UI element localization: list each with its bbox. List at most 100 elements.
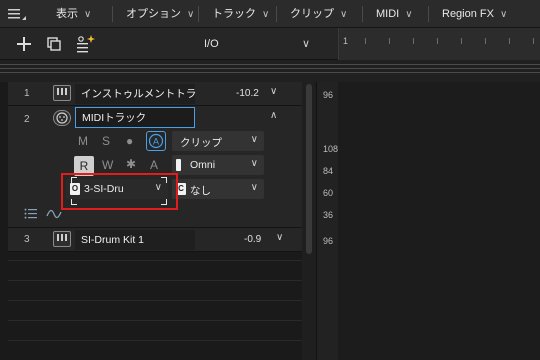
track-volume[interactable]: -0.9 bbox=[244, 234, 261, 245]
duplicate-icon bbox=[47, 37, 61, 51]
track-row-3[interactable]: 3 SI-Drum Kit 1 -0.9 ∨ bbox=[8, 228, 302, 252]
ruler-tick bbox=[365, 38, 366, 44]
menu-separator bbox=[276, 6, 277, 22]
menu-clip-label: クリップ bbox=[290, 8, 334, 20]
track-view-options-button[interactable] bbox=[74, 32, 98, 56]
divider-line bbox=[8, 260, 302, 261]
level-label: 108 bbox=[323, 144, 339, 154]
track-number: 3 bbox=[24, 234, 30, 245]
menu-separator bbox=[112, 6, 113, 22]
menu-track[interactable]: トラック ∨ bbox=[212, 0, 269, 28]
midi-icon bbox=[53, 110, 71, 126]
track-name-field[interactable]: SI-Drum Kit 1 bbox=[75, 230, 195, 250]
menu-bar: 表示 ∨ オプション ∨ トラック ∨ クリップ ∨ MIDI ∨ Region FX ∨ bbox=[0, 0, 540, 28]
chevron-down-icon: ∨ bbox=[250, 158, 258, 169]
ruler-bar-number: 1 bbox=[343, 36, 349, 46]
scrollbar-thumb[interactable] bbox=[306, 84, 312, 254]
menu-midi[interactable]: MIDI ∨ bbox=[376, 0, 413, 28]
track-row-1[interactable]: 1 インストゥルメントトラック -10.2 ∨ bbox=[8, 82, 302, 106]
channel-dropdown[interactable]: C なし ∨ bbox=[172, 179, 264, 199]
chevron-down-icon[interactable]: ∨ bbox=[270, 86, 277, 97]
ruler-tick bbox=[413, 38, 414, 44]
solo-button[interactable]: S bbox=[102, 134, 110, 148]
menu-view-label: 表示 bbox=[56, 8, 78, 20]
divider-line bbox=[8, 300, 302, 301]
channel-dropdown-label: なし bbox=[190, 185, 211, 197]
ruler-tick bbox=[437, 38, 438, 44]
input-dropdown[interactable]: Omni ∨ bbox=[172, 155, 264, 175]
clip-lane-area[interactable] bbox=[338, 82, 540, 360]
chevron-down-icon: ∨ bbox=[301, 38, 310, 50]
divider-line bbox=[0, 72, 540, 73]
keyboard-icon bbox=[53, 231, 71, 247]
menu-options[interactable]: オプション ∨ bbox=[126, 0, 194, 28]
divider-line bbox=[8, 340, 302, 341]
chevron-down-icon: ∨ bbox=[405, 9, 413, 20]
automation-read-button[interactable]: A bbox=[146, 131, 166, 151]
chevron-down-icon: ∨ bbox=[250, 182, 258, 193]
timeline-ruler[interactable]: 1 bbox=[338, 28, 540, 60]
chevron-down-icon: ∨ bbox=[340, 9, 348, 20]
menu-region-fx-label: Region FX bbox=[442, 8, 494, 20]
track-scrollbar[interactable] bbox=[302, 82, 316, 360]
chevron-down-icon[interactable]: ∨ bbox=[276, 232, 283, 243]
track-volume[interactable]: -10.2 bbox=[236, 88, 259, 99]
divider-line bbox=[0, 64, 540, 65]
level-label: 84 bbox=[323, 166, 334, 176]
menu-midi-label: MIDI bbox=[376, 8, 400, 20]
empty-track-area bbox=[8, 250, 302, 360]
ruler-tick bbox=[533, 38, 534, 44]
level-label: 96 bbox=[323, 236, 334, 246]
menu-separator bbox=[362, 6, 363, 22]
highlight-box bbox=[61, 173, 178, 210]
chevron-down-icon: ∨ bbox=[499, 9, 508, 20]
track-name-field[interactable]: MIDIトラック bbox=[75, 107, 195, 128]
clip-dropdown-label: クリップ bbox=[180, 137, 222, 149]
level-label: 96 bbox=[323, 90, 334, 100]
level-label: 60 bbox=[323, 188, 334, 198]
automation-wave-icon[interactable] bbox=[46, 208, 62, 223]
menu-separator bbox=[428, 6, 429, 22]
chevron-down-icon: ∨ bbox=[262, 9, 270, 20]
menu-clip[interactable]: クリップ ∨ bbox=[290, 0, 347, 28]
divider-strip bbox=[0, 60, 540, 82]
mute-button[interactable]: M bbox=[78, 134, 88, 148]
touch-automation-button[interactable]: ✱ bbox=[126, 157, 136, 171]
automation-glyph: A bbox=[153, 137, 159, 147]
plus-icon bbox=[17, 37, 31, 51]
hamburger-menu-icon[interactable] bbox=[6, 6, 28, 22]
input-dropdown-label: Omni bbox=[190, 159, 216, 171]
automation-icon: A bbox=[148, 133, 164, 149]
menu-region-fx[interactable]: Region FX ∨ bbox=[442, 0, 507, 28]
chevron-down-icon: ∨ bbox=[84, 9, 92, 20]
duplicate-track-button[interactable] bbox=[42, 32, 66, 56]
list-icon[interactable] bbox=[24, 208, 38, 223]
track-number: 1 bbox=[24, 88, 30, 99]
chevron-down-icon: ∨ bbox=[250, 134, 258, 145]
keyboard-icon bbox=[53, 85, 71, 101]
write-automation-button[interactable]: W bbox=[102, 158, 113, 172]
menu-view[interactable]: 表示 ∨ bbox=[56, 0, 91, 28]
divider-line bbox=[8, 320, 302, 321]
chevron-down-icon: ∨ bbox=[187, 9, 195, 20]
ruler-tick bbox=[389, 38, 390, 44]
sparkle-list-icon bbox=[77, 35, 95, 53]
menu-options-label: オプション bbox=[126, 8, 181, 20]
input-icon bbox=[176, 159, 181, 171]
track-name-field[interactable]: インストゥルメントトラック bbox=[75, 84, 195, 104]
divider-line bbox=[8, 280, 302, 281]
ruler-tick bbox=[509, 38, 510, 44]
record-arm-button[interactable]: ● bbox=[126, 134, 133, 148]
io-label: I/O bbox=[204, 38, 219, 50]
level-label: 36 bbox=[323, 210, 334, 220]
clip-dropdown[interactable]: クリップ ∨ bbox=[172, 131, 264, 151]
add-track-button[interactable] bbox=[12, 32, 36, 56]
menu-separator bbox=[198, 6, 199, 22]
track-number: 2 bbox=[24, 114, 30, 125]
track-toolbar: I/O ∨ 1 bbox=[0, 28, 540, 60]
ruler-tick bbox=[461, 38, 462, 44]
chevron-up-icon[interactable]: ∧ bbox=[270, 110, 277, 121]
latch-automation-button[interactable]: A bbox=[150, 158, 158, 172]
io-selector[interactable]: I/O ∨ bbox=[190, 30, 318, 58]
divider-line bbox=[0, 68, 540, 69]
